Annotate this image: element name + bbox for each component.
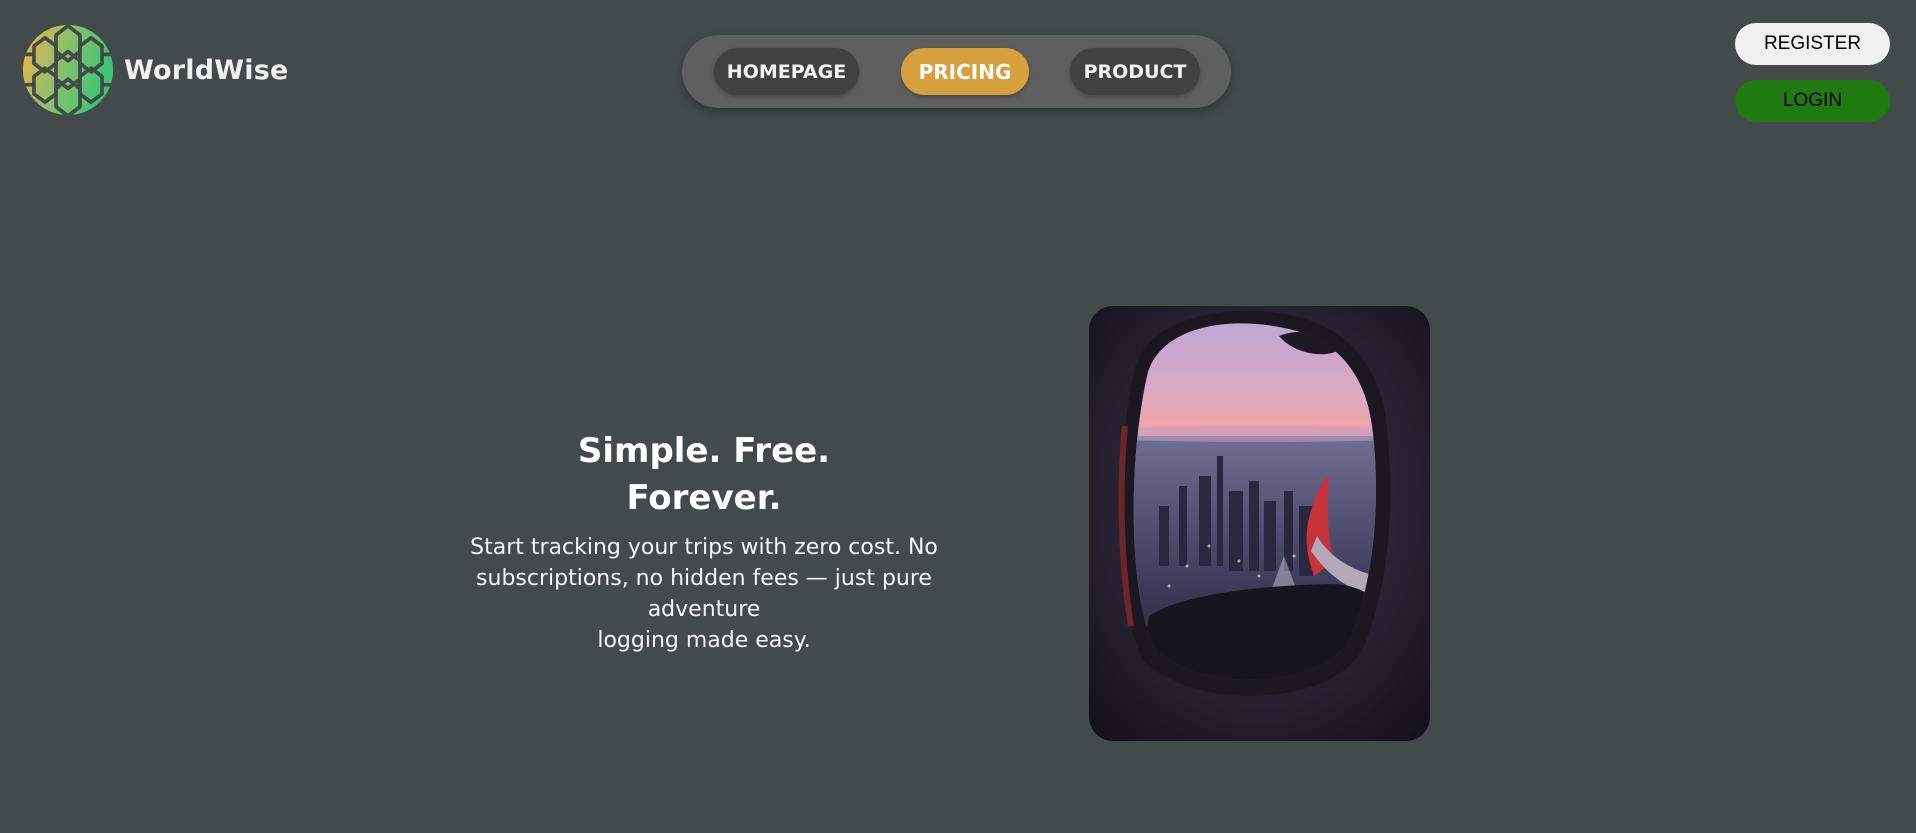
login-button[interactable]: LOGIN (1735, 80, 1890, 122)
nav-pricing-button[interactable]: PRICING (901, 48, 1029, 95)
pricing-page: WorldWise HOMEPAGE PRICING PRODUCT REGIS… (0, 0, 1916, 833)
nav-product-button[interactable]: PRODUCT (1070, 48, 1200, 95)
hero-title: Simple. Free. Forever. (430, 428, 978, 522)
hero-subtitle: Start tracking your trips with zero cost… (430, 532, 978, 656)
nav-homepage-button[interactable]: HOMEPAGE (714, 48, 859, 95)
hero-subtitle-line-1: Start tracking your trips with zero cost… (470, 535, 938, 560)
airplane-window-city-sunset-photo (1089, 306, 1430, 741)
hero-subtitle-line-3: logging made easy. (597, 628, 811, 653)
hero-text-section: Simple. Free. Forever. Start tracking yo… (430, 428, 978, 656)
hero-subtitle-line-2: subscriptions, no hidden fees — just pur… (476, 566, 932, 622)
register-button[interactable]: REGISTER (1735, 23, 1890, 65)
brand-logo-link[interactable]: WorldWise (22, 24, 289, 116)
hero-title-line-2: Forever. (626, 478, 782, 518)
hero-title-line-1: Simple. Free. (577, 431, 831, 471)
globe-hexagon-icon (22, 24, 114, 116)
main-nav: HOMEPAGE PRICING PRODUCT (682, 35, 1231, 108)
brand-name: WorldWise (124, 54, 289, 86)
